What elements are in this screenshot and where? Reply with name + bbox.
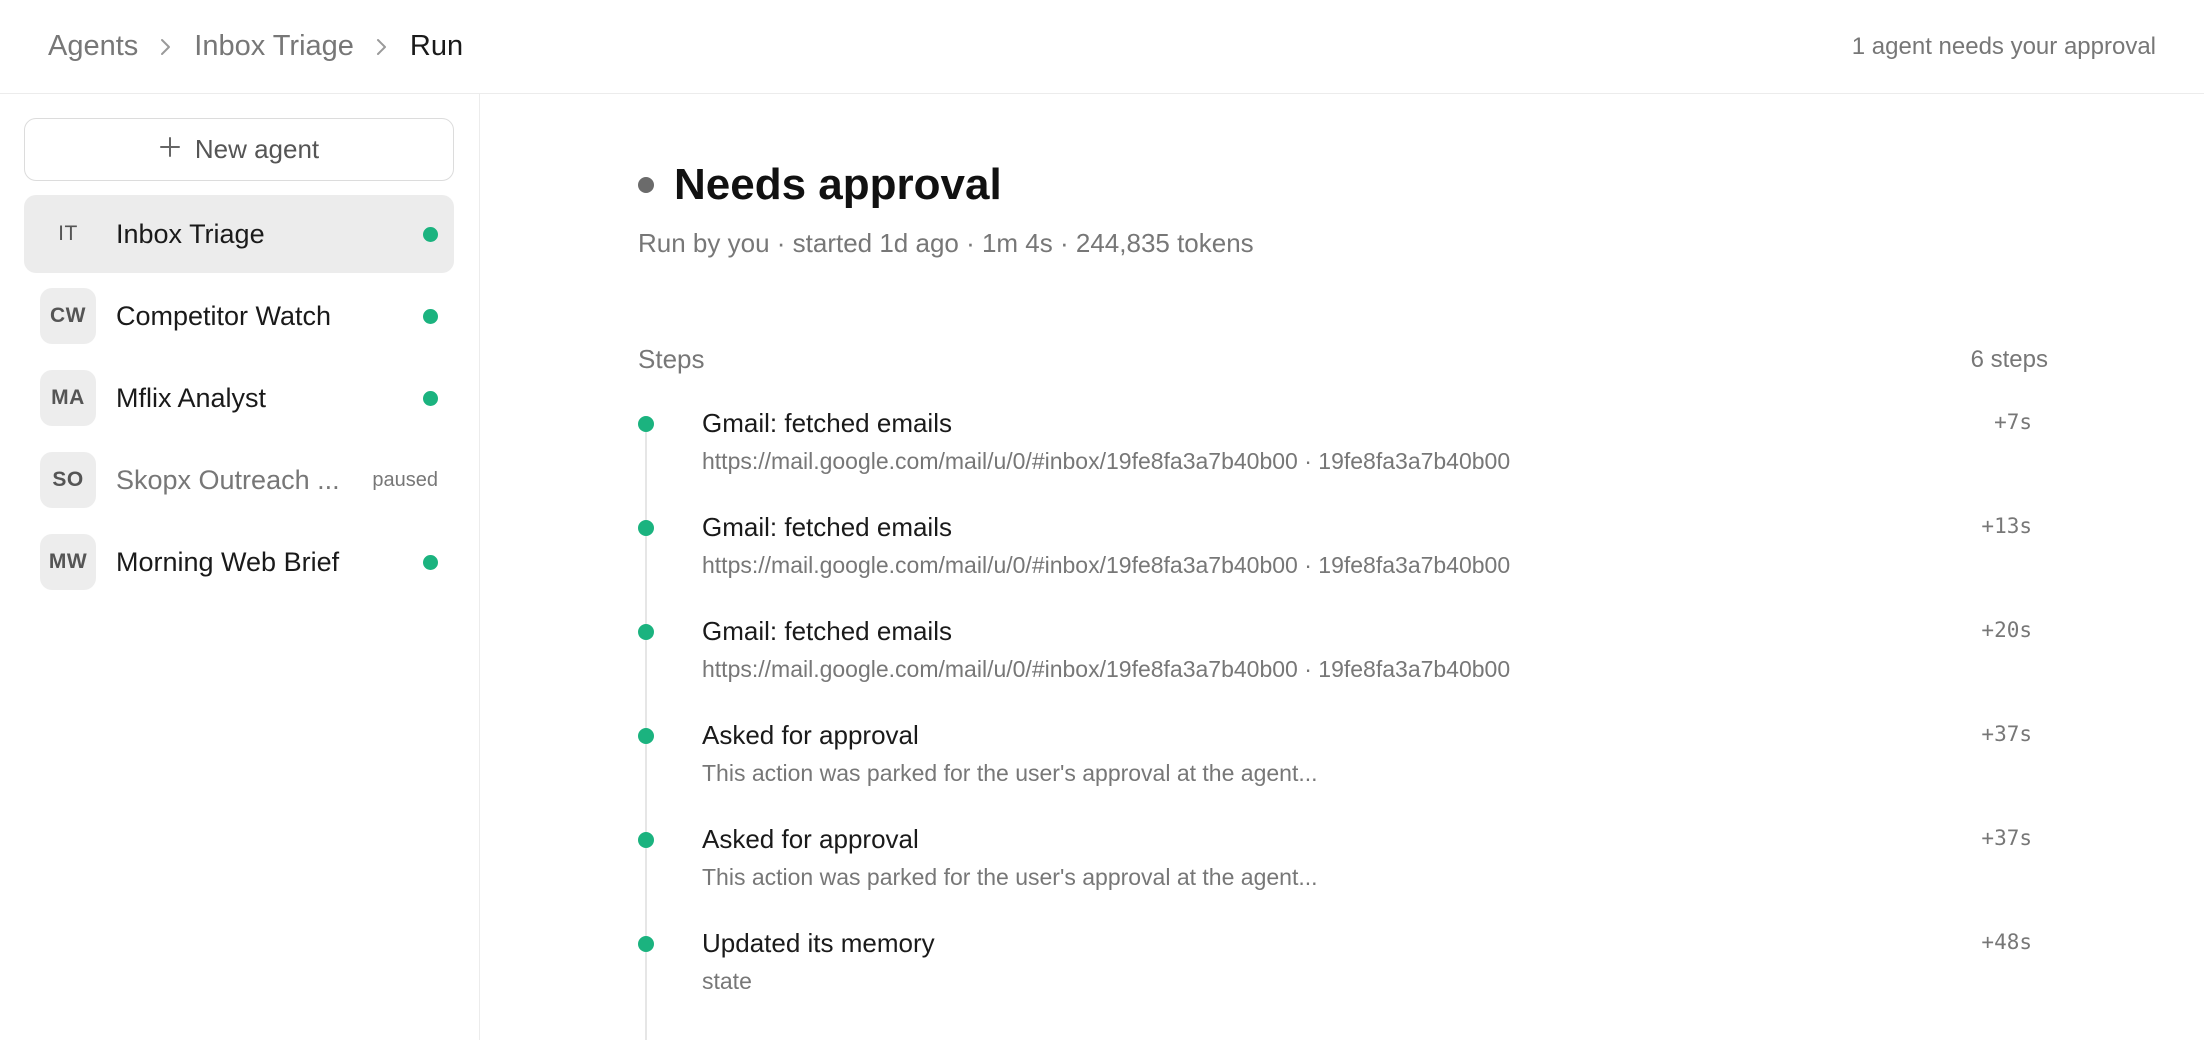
breadcrumb-agents[interactable]: Agents: [48, 30, 138, 63]
status-badge: paused: [372, 468, 438, 491]
step-item[interactable]: Gmail: fetched emails https://mail.googl…: [638, 510, 2048, 628]
step-title: Asked for approval: [702, 720, 919, 750]
sidebar-item-skopx-outreach[interactable]: SO Skopx Outreach ... paused: [24, 441, 454, 519]
status-dot: [423, 390, 438, 406]
chevron-right-icon: [138, 32, 194, 62]
step-title: Asked for approval: [702, 824, 919, 854]
steps-label: Steps: [638, 344, 705, 374]
steps-list: Gmail: fetched emails https://mail.googl…: [638, 406, 2048, 1040]
timeline-line: [645, 952, 647, 1040]
sidebar-item-inbox-triage[interactable]: IT Inbox Triage: [24, 195, 454, 273]
agent-name: Mflix Analyst: [116, 382, 267, 413]
sidebar: New agent IT Inbox Triage CW Competitor …: [0, 94, 480, 1040]
step-time: +37s: [1981, 826, 2032, 850]
step-dot: [638, 624, 654, 640]
new-agent-button[interactable]: New agent: [24, 118, 454, 181]
breadcrumb-run: Run: [409, 30, 464, 62]
run-detail: Needs approval Run by you · started 1d a…: [481, 94, 2204, 1040]
step-detail: state: [702, 968, 752, 994]
step-detail: https://mail.google.com/mail/u/0/#inbox/…: [702, 448, 1511, 474]
avatar: IT: [58, 222, 78, 245]
steps-count: 6 steps: [1970, 345, 2048, 373]
step-detail: https://mail.google.com/mail/u/0/#inbox/…: [702, 656, 1511, 682]
step-time: +7s: [1994, 410, 2032, 434]
chevron-right-icon: [354, 32, 410, 62]
status-dot: [638, 177, 654, 193]
step-dot: [638, 520, 654, 536]
avatar: SO: [40, 452, 96, 508]
steps-header: Steps 6 steps: [638, 344, 2048, 375]
step-detail: https://mail.google.com/mail/u/0/#inbox/…: [702, 552, 1511, 578]
step-item[interactable]: Asked for approval This action was parke…: [638, 718, 2048, 836]
step-time: +13s: [1981, 514, 2032, 538]
sidebar-item-mflix-analyst[interactable]: MA Mflix Analyst: [24, 359, 454, 437]
step-detail: This action was parked for the user's ap…: [702, 864, 1318, 890]
new-agent-label: New agent: [194, 134, 320, 164]
step-title: Gmail: fetched emails: [702, 408, 952, 438]
step-dot: [638, 936, 654, 952]
step-item[interactable]: Updated its memory state +48s: [638, 926, 2048, 1040]
step-detail: This action was parked for the user's ap…: [702, 760, 1318, 786]
avatar: MA: [40, 370, 96, 426]
step-title: Updated its memory: [702, 928, 935, 958]
step-time: +48s: [1981, 930, 2032, 954]
approval-notice[interactable]: 1 agent needs your approval: [1852, 33, 2156, 61]
step-time: +37s: [1981, 722, 2032, 746]
agent-name: Competitor Watch: [116, 300, 332, 331]
step-item[interactable]: Asked for approval This action was parke…: [638, 822, 2048, 940]
step-item[interactable]: Gmail: fetched emails https://mail.googl…: [638, 406, 2048, 524]
app-window: Agents Inbox Triage Run 1 agent needs yo…: [0, 0, 2204, 1040]
status-dot: [423, 554, 438, 570]
agent-name: Inbox Triage: [116, 218, 265, 249]
status-dot: [423, 308, 438, 324]
title-row: Needs approval: [638, 160, 1254, 210]
breadcrumb-inbox-triage[interactable]: Inbox Triage: [194, 30, 354, 63]
status-dot: [423, 226, 438, 242]
agent-name: Skopx Outreach ...: [116, 464, 340, 495]
top-bar: Agents Inbox Triage Run 1 agent needs yo…: [0, 0, 2204, 94]
avatar: MW: [40, 534, 96, 590]
plus-icon: [159, 134, 181, 165]
step-title: Gmail: fetched emails: [702, 512, 952, 542]
step-time: +20s: [1981, 618, 2032, 642]
sidebar-item-morning-web-brief[interactable]: MW Morning Web Brief: [24, 523, 454, 601]
agent-name: Morning Web Brief: [116, 546, 340, 577]
sidebar-item-competitor-watch[interactable]: CW Competitor Watch: [24, 277, 454, 355]
run-meta: Run by you · started 1d ago · 1m 4s · 24…: [638, 228, 1254, 258]
step-dot: [638, 728, 654, 744]
step-item[interactable]: Gmail: fetched emails https://mail.googl…: [638, 614, 2048, 732]
step-dot: [638, 416, 654, 432]
run-header: Needs approval Run by you · started 1d a…: [638, 160, 1254, 259]
step-title: Gmail: fetched emails: [702, 616, 952, 646]
avatar: CW: [40, 288, 96, 344]
step-dot: [638, 832, 654, 848]
page-title: Needs approval: [674, 160, 1002, 209]
breadcrumb: Agents Inbox Triage Run: [48, 30, 463, 63]
